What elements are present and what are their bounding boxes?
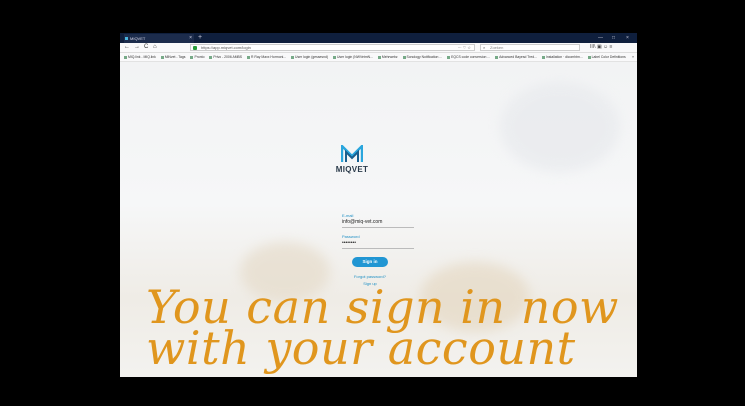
bookmark-icon — [160, 55, 164, 59]
close-window-button[interactable]: × — [626, 33, 629, 43]
sign-in-button[interactable]: Sign in — [352, 257, 388, 267]
caption-line-2: with your account — [146, 321, 576, 375]
bookmark-icon — [402, 55, 406, 59]
bookmark-icon — [587, 55, 591, 59]
browser-window: MIQVET × + — □ × ← → C ⌂ https://app.miq… — [120, 33, 637, 377]
email-underline — [342, 227, 414, 228]
new-tab-button[interactable]: + — [198, 33, 202, 43]
bookmark-item[interactable]: R Ray Maxx Hormoni... — [247, 53, 286, 61]
url-bar[interactable]: https://app.miqvet.com/login ··· ♡ ☆ — [190, 44, 475, 51]
bookmark-item[interactable]: Installation · dicomhtm... — [541, 53, 583, 61]
miqvet-logo-icon — [341, 145, 363, 162]
login-page: MIQVET E-mail info@miq-vet.com Password … — [120, 62, 637, 377]
brand-name: MIQVET — [335, 165, 369, 174]
home-button[interactable]: ⌂ — [153, 43, 157, 52]
tab-strip: MIQVET × + — □ × — [120, 33, 637, 43]
bookmark-icon — [447, 55, 451, 59]
lock-icon — [193, 46, 197, 50]
bookmark-item[interactable]: EQCS code conversion ... — [447, 53, 490, 61]
password-field[interactable]: •••••••• — [342, 240, 356, 246]
bookmark-item[interactable]: Mehrwebz — [377, 53, 398, 61]
bookmark-icon — [377, 55, 381, 59]
search-placeholder: Zoeken — [490, 45, 504, 50]
search-icon: ⌕ — [483, 45, 486, 50]
maximize-button[interactable]: □ — [612, 33, 615, 43]
bookmark-item[interactable]: Sonology Notification ... — [402, 53, 442, 61]
search-input[interactable]: ⌕ Zoeken — [480, 44, 580, 51]
password-label: Password — [342, 234, 360, 239]
forgot-password-link[interactable]: Forgot password? — [344, 274, 396, 279]
bookmark-item[interactable]: User login (gessesnd) — [291, 53, 328, 61]
bookmarks-bar: MIQ.link - MIQ.link MiNvet - Tags Pronto… — [120, 53, 637, 62]
bookmark-icon — [332, 55, 336, 59]
background-photo-blur — [500, 82, 620, 172]
bookmark-icon — [209, 55, 213, 59]
tab-close-icon[interactable]: × — [189, 34, 192, 43]
navigation-bar: ← → C ⌂ https://app.miqvet.com/login ···… — [120, 43, 637, 53]
bookmark-icon — [247, 55, 251, 59]
bookmark-icon — [495, 55, 499, 59]
password-underline — [342, 248, 414, 249]
bookmark-item[interactable]: MiNvet - Tags — [160, 53, 186, 61]
miqvet-favicon-icon — [125, 37, 128, 40]
bookmark-item[interactable]: Label Color Definitions — [587, 53, 626, 61]
reload-button[interactable]: C — [144, 43, 148, 52]
bookmark-item[interactable]: User login (NWVetmN... — [332, 53, 373, 61]
bookmark-item[interactable]: Privo - 2006 AMBS — [209, 53, 242, 61]
bookmark-item[interactable]: Pronto — [190, 53, 204, 61]
back-button[interactable]: ← — [124, 43, 130, 52]
email-label: E-mail — [342, 213, 354, 218]
tab-miqvet[interactable]: MIQVET × — [124, 34, 194, 43]
bookmark-item[interactable]: MIQ.link - MIQ.link — [124, 53, 156, 61]
bookmark-icon — [124, 55, 127, 59]
bookmark-icon — [541, 55, 545, 59]
bookmark-item[interactable]: Advanced Bayesd Tred... — [495, 53, 537, 61]
email-field[interactable]: info@miq-vet.com — [342, 219, 382, 225]
forward-button[interactable]: → — [134, 43, 140, 52]
url-text: https://app.miqvet.com/login — [201, 45, 251, 50]
tab-title: MIQVET — [130, 36, 146, 41]
minimize-button[interactable]: — — [598, 33, 603, 43]
bookmark-icon — [291, 55, 295, 59]
toolbar-icons[interactable]: III\ ▣ ☺ ≡ — [590, 43, 612, 52]
page-actions[interactable]: ··· ♡ ☆ — [458, 45, 471, 51]
bookmarks-more-button[interactable]: » — [632, 53, 634, 61]
